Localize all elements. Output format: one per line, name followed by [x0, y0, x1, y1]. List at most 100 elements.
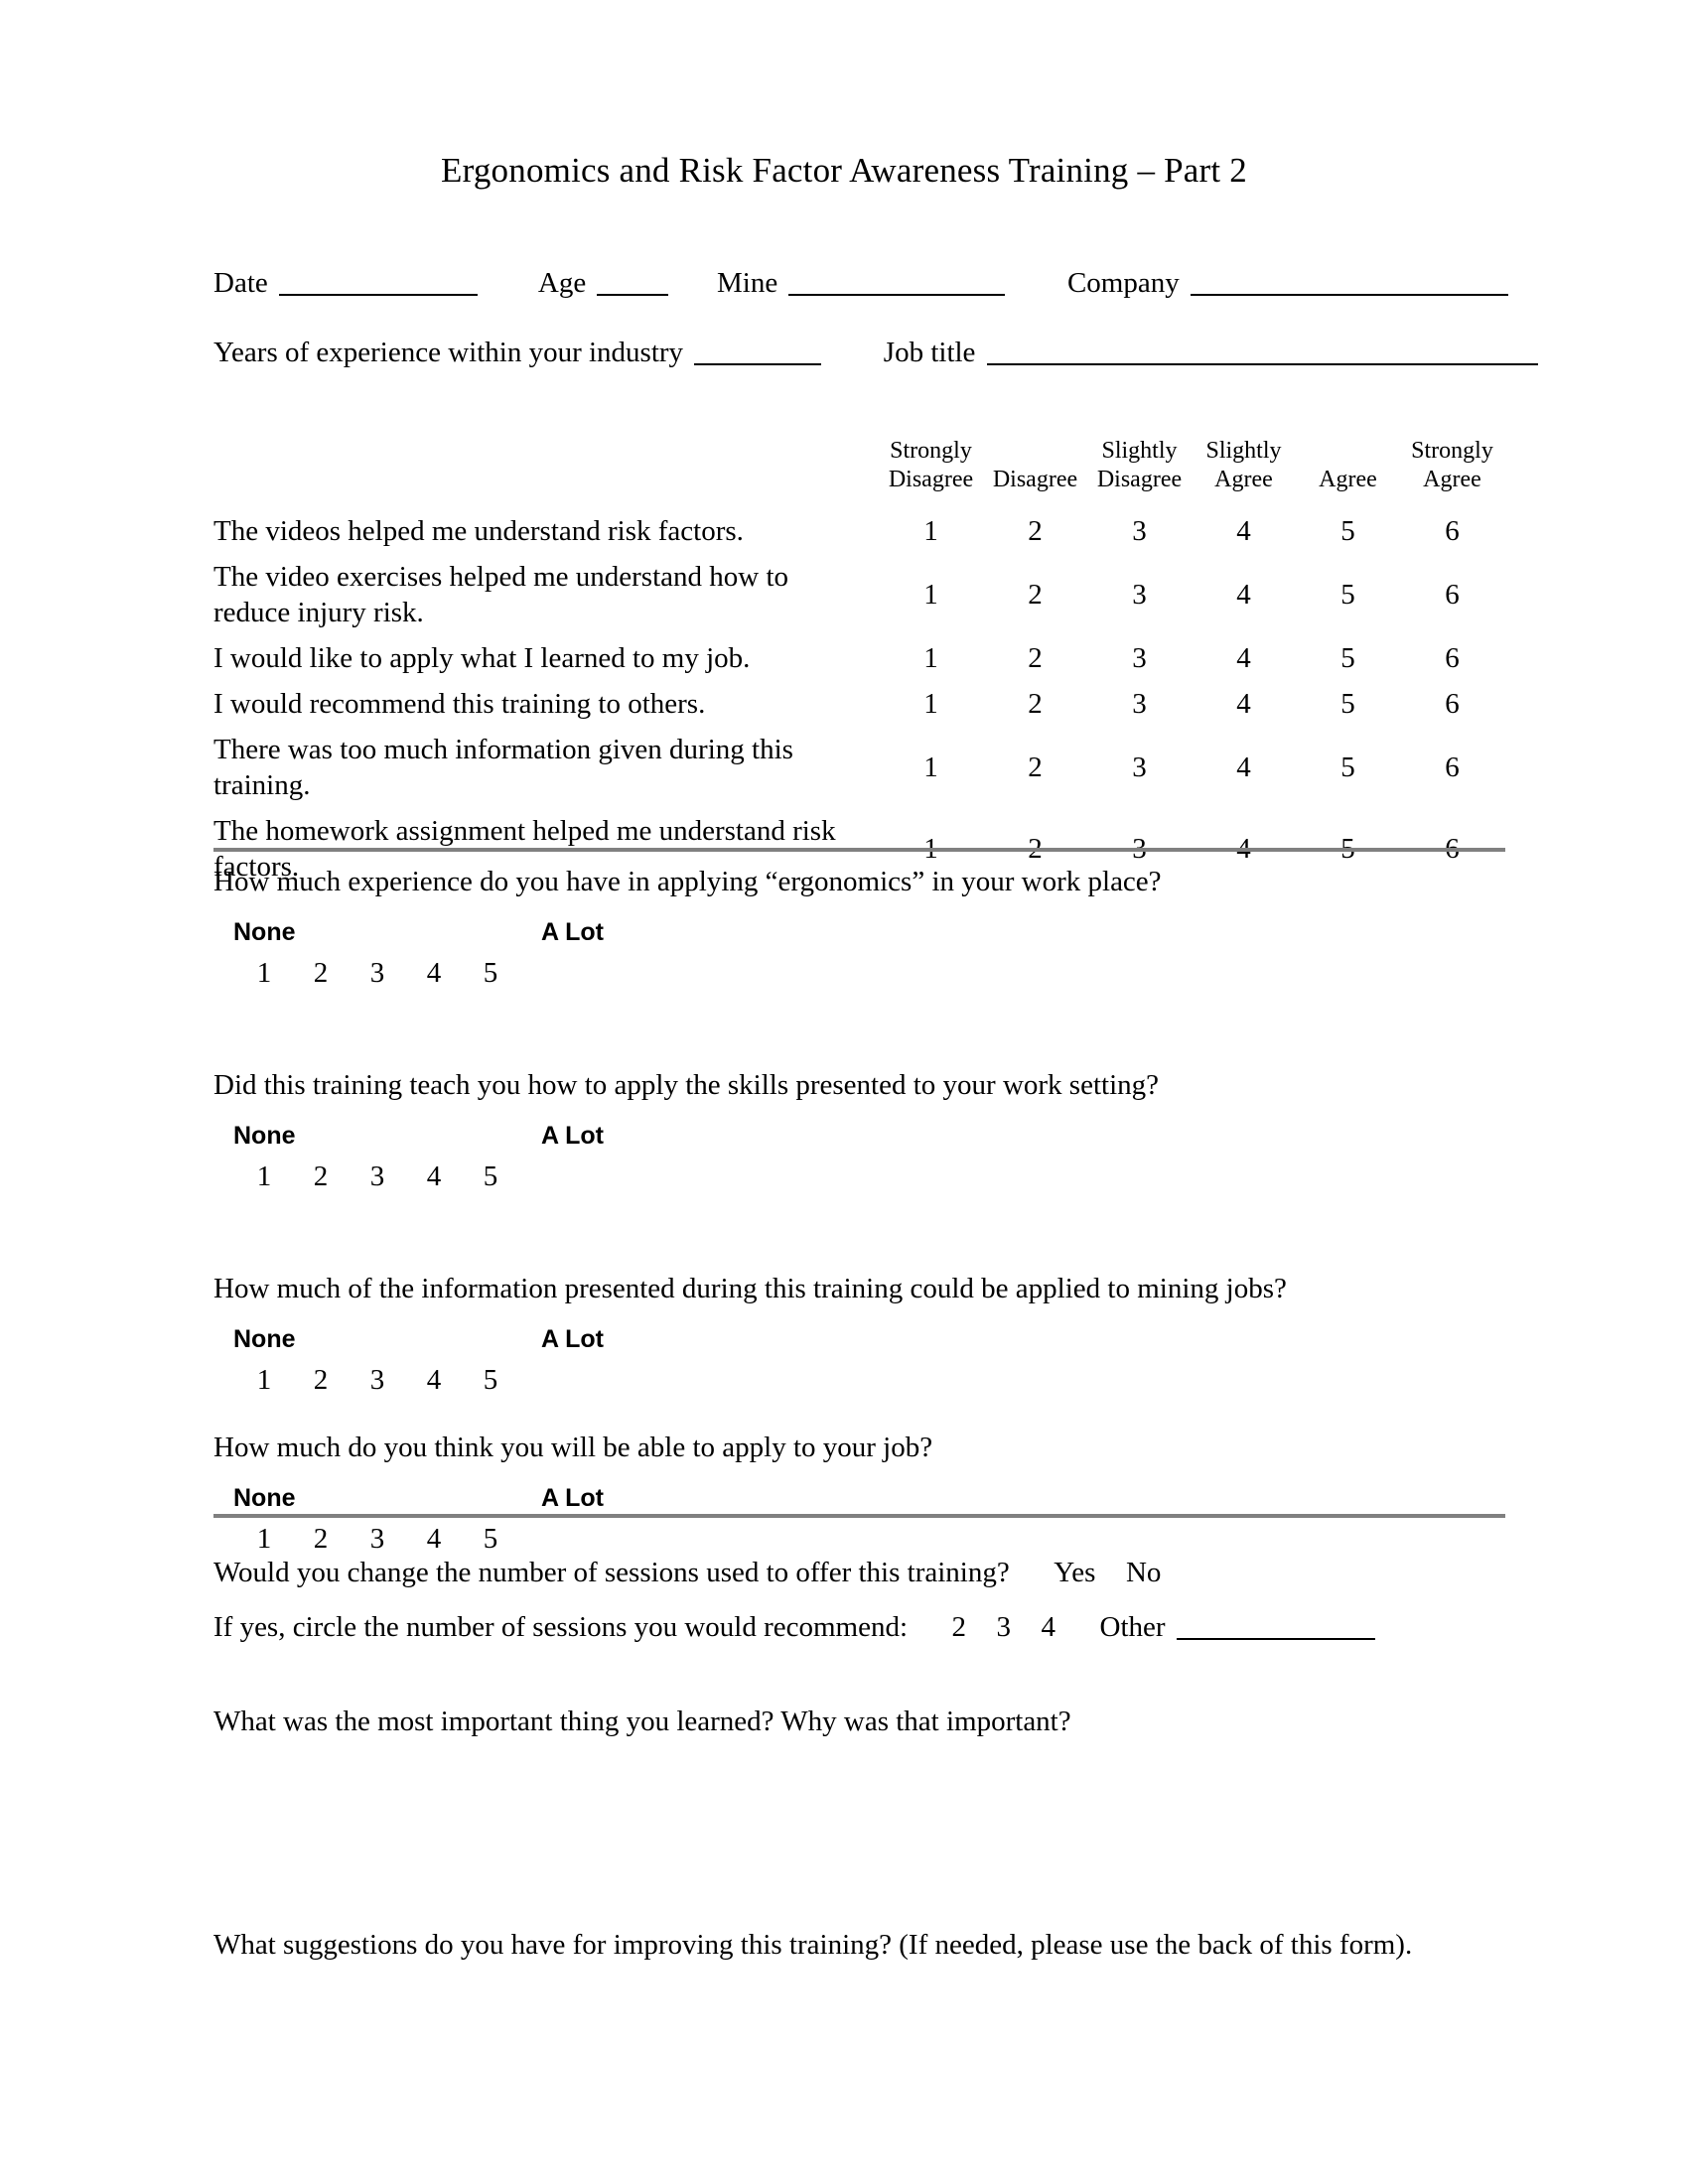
mine-label: Mine [716, 267, 778, 299]
likert-option[interactable]: 6 [1400, 727, 1504, 808]
likert-option[interactable]: 3 [1087, 681, 1192, 727]
likert-statement: The videos helped me understand risk fac… [213, 515, 744, 547]
scale-values: 1 2 3 4 5 [213, 1159, 1504, 1198]
sessions-option-2[interactable]: 2 [952, 1608, 967, 1646]
likert-option[interactable]: 1 [879, 508, 983, 554]
scale-option[interactable]: 4 [419, 1159, 449, 1194]
scale-question-3: How much of the information presented du… [213, 1271, 1504, 1402]
likert-option[interactable]: 4 [1192, 554, 1296, 635]
scale-option[interactable]: 4 [419, 955, 449, 991]
scale-option[interactable]: 2 [306, 1521, 336, 1557]
scale-anchors: None A Lot [213, 1324, 1504, 1358]
identity-row-2: Years of experience within your industry… [213, 333, 1542, 372]
sessions-change-question: Would you change the number of sessions … [213, 1557, 1010, 1588]
likert-option[interactable]: 2 [983, 554, 1087, 635]
scale-option[interactable]: 2 [306, 1362, 336, 1398]
scale-option[interactable]: 5 [476, 955, 505, 991]
header-line-2: Disagree [992, 467, 1078, 492]
table-row: There was too much information given dur… [213, 727, 1504, 808]
scale-option[interactable]: 1 [249, 1362, 279, 1398]
years-experience-input-blank[interactable] [694, 336, 822, 365]
likert-option[interactable]: 1 [879, 635, 983, 681]
sessions-option-4[interactable]: 4 [1042, 1608, 1056, 1646]
scale-option[interactable]: 5 [476, 1159, 505, 1194]
scale-option[interactable]: 2 [306, 1159, 336, 1194]
likert-col-header-agree: Agree [1296, 437, 1400, 508]
sessions-change-row: Would you change the number of sessions … [213, 1554, 1161, 1591]
likert-option[interactable]: 1 [879, 554, 983, 635]
age-input-blank[interactable] [597, 266, 669, 296]
likert-option[interactable]: 5 [1296, 635, 1400, 681]
likert-option[interactable]: 5 [1296, 554, 1400, 635]
document-page: Ergonomics and Risk Factor Awareness Tra… [0, 0, 1688, 2184]
likert-option[interactable]: 5 [1296, 727, 1400, 808]
likert-option[interactable]: 3 [1087, 508, 1192, 554]
scale-option[interactable]: 2 [306, 955, 336, 991]
job-title-input-blank[interactable] [986, 336, 1538, 365]
open-question-1: What was the most important thing you le… [213, 1706, 1071, 1737]
likert-col-header-strongly-disagree: Strongly Disagree [879, 437, 983, 508]
section-divider [213, 1514, 1505, 1518]
likert-option[interactable]: 3 [1087, 554, 1192, 635]
likert-option[interactable]: 1 [879, 727, 983, 808]
years-experience-label: Years of experience within your industry [213, 337, 684, 368]
sessions-no-option[interactable]: No [1126, 1554, 1161, 1591]
sessions-yes-option[interactable]: Yes [1054, 1554, 1095, 1591]
likert-col-header-slightly-disagree: Slightly Disagree [1087, 437, 1192, 508]
scale-question-2: Did this training teach you how to apply… [213, 1067, 1504, 1198]
age-label: Age [537, 267, 587, 299]
likert-option[interactable]: 4 [1192, 727, 1296, 808]
anchor-high-label: A Lot [541, 1484, 604, 1512]
likert-option[interactable]: 3 [1087, 727, 1192, 808]
header-line-1: Strongly [1411, 438, 1493, 464]
likert-option[interactable]: 2 [983, 727, 1087, 808]
scale-option[interactable]: 3 [362, 1521, 392, 1557]
likert-option[interactable]: 6 [1400, 681, 1504, 727]
scale-option[interactable]: 4 [419, 1362, 449, 1398]
question-text: How much do you think you will be able t… [213, 1432, 933, 1463]
likert-option[interactable]: 5 [1296, 681, 1400, 727]
scale-option[interactable]: 5 [476, 1521, 505, 1557]
likert-option[interactable]: 2 [983, 681, 1087, 727]
scale-option[interactable]: 3 [362, 955, 392, 991]
scale-option[interactable]: 3 [362, 1362, 392, 1398]
scale-option[interactable]: 4 [419, 1521, 449, 1557]
sessions-other-input-blank[interactable] [1176, 1610, 1375, 1640]
scale-option[interactable]: 1 [249, 955, 279, 991]
anchor-low-label: None [233, 1122, 296, 1150]
table-row: I would recommend this training to other… [213, 681, 1504, 727]
anchor-low-label: None [233, 1484, 296, 1512]
date-label: Date [213, 267, 268, 299]
likert-option[interactable]: 6 [1400, 508, 1504, 554]
scale-option[interactable]: 5 [476, 1362, 505, 1398]
likert-option[interactable]: 6 [1400, 635, 1504, 681]
question-text: How much experience do you have in apply… [213, 866, 1162, 897]
likert-statement: I would like to apply what I learned to … [213, 642, 751, 674]
company-label: Company [1066, 267, 1180, 299]
likert-option[interactable]: 6 [1400, 554, 1504, 635]
company-input-blank[interactable] [1190, 266, 1508, 296]
anchor-low-label: None [233, 918, 296, 946]
likert-statement: The video exercises helped me understand… [213, 561, 789, 628]
likert-option[interactable]: 4 [1192, 508, 1296, 554]
likert-header-row: Strongly Disagree Disagree Slightly Disa… [213, 437, 1504, 508]
scale-values: 1 2 3 4 5 [213, 955, 1504, 995]
scale-option[interactable]: 1 [249, 1159, 279, 1194]
question-text: Did this training teach you how to apply… [213, 1069, 1160, 1101]
sessions-option-3[interactable]: 3 [997, 1608, 1012, 1646]
likert-option[interactable]: 2 [983, 508, 1087, 554]
likert-option[interactable]: 4 [1192, 681, 1296, 727]
likert-col-header-disagree: Disagree [983, 437, 1087, 508]
likert-matrix: Strongly Disagree Disagree Slightly Disa… [213, 437, 1504, 889]
scale-option[interactable]: 3 [362, 1159, 392, 1194]
likert-option[interactable]: 4 [1192, 635, 1296, 681]
likert-option[interactable]: 2 [983, 635, 1087, 681]
identity-row-1: Date Age Mine Company [213, 263, 1512, 303]
date-input-blank[interactable] [279, 266, 478, 296]
likert-option[interactable]: 1 [879, 681, 983, 727]
likert-statement: I would recommend this training to other… [213, 688, 706, 720]
scale-option[interactable]: 1 [249, 1521, 279, 1557]
mine-input-blank[interactable] [788, 266, 1006, 296]
likert-option[interactable]: 3 [1087, 635, 1192, 681]
likert-option[interactable]: 5 [1296, 508, 1400, 554]
